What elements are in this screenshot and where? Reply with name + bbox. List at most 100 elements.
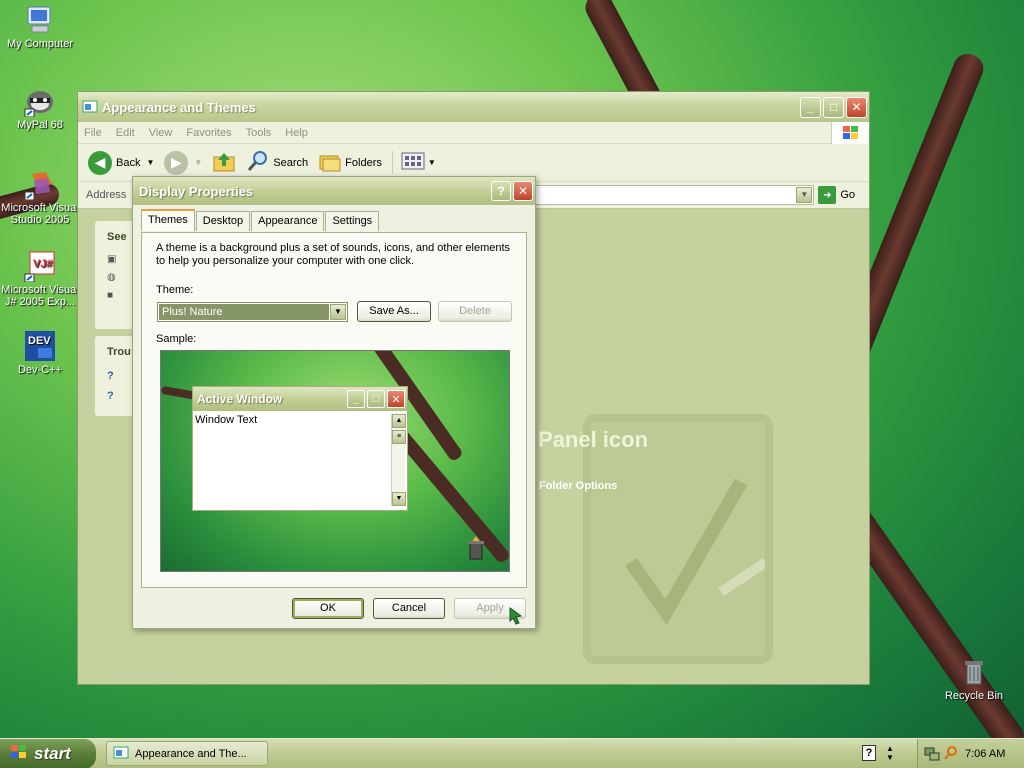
svg-text:DEV: DEV xyxy=(28,335,51,347)
taskbar: start Appearance and The... ? ▲ ▼ 7:06 AM xyxy=(0,738,1024,768)
desktop-icon-my-computer[interactable]: My Computer xyxy=(0,4,80,50)
chevron-down-icon[interactable]: ▼ xyxy=(796,187,813,203)
recycle-bin-icon xyxy=(465,535,487,561)
windows-flag-icon xyxy=(10,744,28,765)
search-button[interactable]: Search xyxy=(246,149,308,176)
tab-themes[interactable]: Themes xyxy=(141,209,195,231)
taskbar-item-appearance[interactable]: Appearance and The... xyxy=(106,741,268,766)
forward-button[interactable]: ▶ ▼ xyxy=(164,150,203,175)
chevron-up-icon[interactable]: ▲ ▼ xyxy=(886,744,894,762)
ok-button[interactable]: OK xyxy=(292,598,364,619)
explorer-titlebar[interactable]: Appearance and Themes _ □ ✕ xyxy=(78,92,869,122)
help-button[interactable]: ? xyxy=(491,181,511,201)
desktop-icon-vjsharp[interactable]: VJ# Microsoft Visual J# 2005 Exp... xyxy=(0,250,80,308)
theme-description: A theme is a background plus a set of so… xyxy=(156,242,511,267)
desktop-icon-devcpp[interactable]: DEV Dev-C++ xyxy=(0,330,80,376)
search-icon xyxy=(246,149,270,176)
folders-label: Folders xyxy=(345,156,382,169)
back-button[interactable]: ◀ Back ▼ xyxy=(88,150,154,175)
folder-icon xyxy=(113,744,129,763)
start-button[interactable]: start xyxy=(0,739,96,768)
save-as-button[interactable]: Save As... xyxy=(357,301,431,322)
close-button[interactable]: ✕ xyxy=(513,181,533,201)
search-label: Search xyxy=(273,156,309,169)
troubleshooter-links: ? ? xyxy=(95,358,135,406)
clock[interactable]: 7:06 AM xyxy=(965,748,1005,760)
views-icon xyxy=(401,151,425,174)
svg-text:VJ#: VJ# xyxy=(33,258,53,270)
tab-appearance[interactable]: Appearance xyxy=(251,211,325,231)
see-also-title: See xyxy=(107,231,127,243)
go-arrow-icon: ➜ xyxy=(818,186,837,204)
address-label: Address xyxy=(86,189,127,201)
tab-settings[interactable]: Settings xyxy=(325,211,380,231)
help-icon[interactable]: ? xyxy=(107,366,135,386)
mouse-pointer-icon[interactable]: ◍ xyxy=(107,269,135,287)
theme-dropdown[interactable]: Plus! Nature ▼ xyxy=(157,302,348,322)
delete-button[interactable]: Delete xyxy=(438,301,512,322)
desktop-icon-visual-studio[interactable]: Microsoft Visual Studio 2005 xyxy=(0,168,80,226)
desktop-icon-label: Recycle Bin xyxy=(944,690,1004,702)
close-icon: ✕ xyxy=(387,390,405,408)
dialog-titlebar[interactable]: Display Properties ? ✕ xyxy=(133,177,535,205)
desktop-icon-label: MyPal 68 xyxy=(17,119,63,131)
menu-help[interactable]: Help xyxy=(285,127,308,139)
desktop-icon-recycle-bin[interactable]: Recycle Bin xyxy=(934,656,1014,702)
go-button[interactable]: ➜ Go xyxy=(818,186,855,204)
sample-label: Sample: xyxy=(156,333,197,345)
chevron-down-icon[interactable]: ▼ xyxy=(330,304,346,320)
panel-icon-heading: Panel icon xyxy=(538,427,649,452)
devcpp-icon: DEV xyxy=(24,330,56,362)
sample-scrollbar: ▲ ≡ ▼ xyxy=(391,414,406,506)
fonts-folder-icon[interactable]: ▣ xyxy=(107,251,135,269)
tab-desktop[interactable]: Desktop xyxy=(195,211,251,231)
desktop-icon-label: Microsoft Visual Studio 2005 xyxy=(1,202,79,226)
troubleshooters-panel: Trou ? ? xyxy=(95,336,135,416)
help-icon[interactable]: ? xyxy=(107,386,135,406)
chevron-down-icon: ▼ xyxy=(392,492,406,506)
high-contrast-icon[interactable]: ■ xyxy=(107,287,135,305)
cancel-button[interactable]: Cancel xyxy=(373,598,445,619)
theme-selected-value: Plus! Nature xyxy=(159,304,329,320)
windows-flag-icon xyxy=(831,121,869,144)
window-title: Appearance and Themes xyxy=(102,99,256,115)
tab-strip: Themes Desktop Appearance Settings xyxy=(141,209,380,231)
menu-bar: File Edit View Favorites Tools Help xyxy=(78,121,869,144)
help-icon[interactable]: ? xyxy=(862,745,876,761)
cursor-icon xyxy=(509,607,523,628)
maximize-icon: □ xyxy=(367,390,385,408)
menu-view[interactable]: View xyxy=(149,127,173,139)
taskbar-item-label: Appearance and The... xyxy=(135,747,247,760)
see-also-links: ▣ ◍ ■ xyxy=(95,243,135,305)
go-label: Go xyxy=(840,189,855,201)
folder-icon xyxy=(82,98,98,117)
menu-tools[interactable]: Tools xyxy=(246,127,272,139)
back-arrow-icon: ◀ xyxy=(88,150,112,175)
views-button[interactable]: ▼ xyxy=(391,151,436,174)
menu-file[interactable]: File xyxy=(84,127,102,139)
search-icon[interactable] xyxy=(943,745,959,764)
folders-button[interactable]: Folders xyxy=(318,149,382,176)
menu-edit[interactable]: Edit xyxy=(116,127,135,139)
folder-options-link[interactable]: Folder Options xyxy=(539,480,617,492)
minimize-icon: _ xyxy=(347,390,365,408)
theme-label: Theme: xyxy=(156,284,194,296)
close-button[interactable]: ✕ xyxy=(846,96,867,118)
chevron-down-icon: ▼ xyxy=(194,158,203,167)
troubleshooters-title: Trou xyxy=(107,346,131,358)
up-folder-button[interactable] xyxy=(212,149,236,176)
folders-icon xyxy=(318,149,342,176)
network-icon[interactable] xyxy=(924,745,940,764)
visual-studio-icon xyxy=(24,168,56,201)
desktop-icon-label: Dev-C++ xyxy=(17,364,63,376)
chevron-down-icon[interactable]: ▼ xyxy=(146,158,154,167)
maximize-button[interactable]: □ xyxy=(823,96,844,118)
desktop-icon-mypal[interactable]: MyPal 68 xyxy=(0,85,80,131)
computer-icon xyxy=(24,4,56,36)
sample-window-body: Window Text ▲ ≡ ▼ xyxy=(193,411,407,510)
start-label: start xyxy=(34,744,71,763)
minimize-button[interactable]: _ xyxy=(800,96,821,118)
sample-window-titlebar: Active Window _ □ ✕ xyxy=(193,387,407,411)
menu-favorites[interactable]: Favorites xyxy=(186,127,231,139)
dialog-title: Display Properties xyxy=(139,183,254,199)
